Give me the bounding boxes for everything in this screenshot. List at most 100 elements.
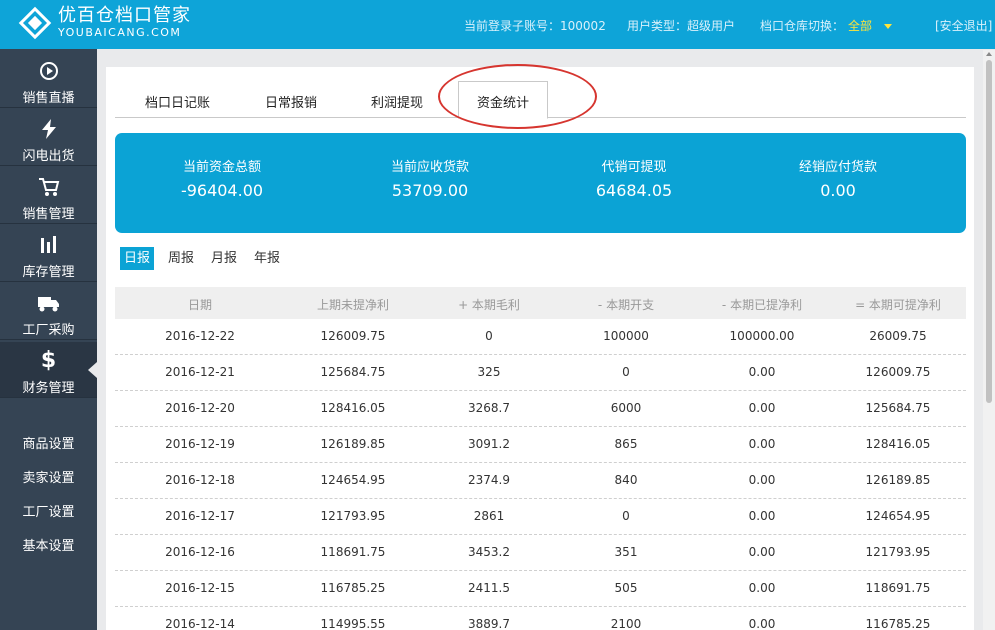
scroll-thumb[interactable] [986,60,992,403]
period-weekly[interactable]: 周报 [164,247,198,270]
table-row: 2016-12-16 118691.75 3453.2 351 0.00 121793.9… [115,535,966,571]
top-header: 优百仓档口管家 YOUBAICANG.COM 当前登录子账号：100002 用户… [0,0,995,49]
table-header: 日期 上期未提净利 + 本期毛利 - 本期开支 - 本期已提净利 = 本期可提净… [115,287,966,319]
sidebar-item-label: 闪电出货 [22,149,75,164]
table-cell: 128416.05 [865,437,931,451]
period-daily[interactable]: 日报 [120,247,155,270]
table-row: 2016-12-19 126189.85 3091.2 865 0.00 128416.0… [115,427,966,463]
table-row: 2016-12-22 126009.75 0 100000 100000.00 26009… [115,319,966,355]
truck-icon [0,292,97,314]
caret-down-icon[interactable] [884,24,893,29]
sidebar-item-label: 库存管理 [22,265,75,280]
summary-total-funds: 当前资金总额 -96404.00 [142,156,302,200]
summary-value: 64684.05 [595,181,673,200]
table-cell: 0.00 [748,581,776,595]
table-cell: 126009.75 [865,365,931,379]
col-prev-profit: 上期未提净利 [316,298,389,312]
table-cell: 126189.85 [865,473,931,487]
warehouse-select[interactable]: 全部 [848,19,872,33]
table-cell: 2016-12-19 [165,437,235,451]
table-cell: 125684.75 [865,401,931,415]
sidebar-item-label: 销售管理 [22,207,75,222]
table-cell: 124654.95 [865,509,931,523]
sidebar-item-label: 销售直播 [22,91,75,106]
table-cell: 3889.7 [468,617,510,630]
page-scrollbar[interactable] [983,50,995,630]
summary-title: 经销应付货款 [798,160,877,175]
logout-link[interactable]: [安全退出] [935,17,992,34]
tab-daily-expense[interactable]: 日常报销 [265,92,317,111]
table-cell: 505 [614,581,638,595]
account-value: 100002 [560,19,606,33]
summary-title: 当前资金总额 [182,160,261,175]
table-cell: 125684.75 [320,365,386,379]
lightning-icon [0,118,97,140]
summary-value: 53709.00 [391,181,469,200]
sidebar-sub-product-settings[interactable]: 商品设置 [0,433,97,452]
user-type-info: 用户类型：超级用户 [627,17,735,34]
table-cell: 3268.7 [468,401,510,415]
play-circle-icon [0,60,97,82]
summary-title: 代销可提现 [601,160,667,175]
table-cell: 2861 [473,509,505,523]
sidebar-item-factory-purchase[interactable]: 工厂采购 [0,284,97,340]
table-cell: 0 [485,329,493,343]
col-expense: - 本期开支 [597,298,655,312]
sidebar-item-finance[interactable]: $ 财务管理 [0,342,97,398]
sidebar-item-quick-ship[interactable]: 闪电出货 [0,110,97,166]
col-withdrawn: - 本期已提净利 [721,298,803,312]
table-cell: 0 [622,365,630,379]
account-info: 当前登录子账号：100002 [464,17,606,34]
table-row: 2016-12-20 128416.05 3268.7 6000 0.00 125684.… [115,391,966,427]
table-row: 2016-12-21 125684.75 325 0 0.00 126009.75 [115,355,966,391]
table-cell: 124654.95 [320,473,386,487]
sidebar-sub-factory-settings[interactable]: 工厂设置 [0,501,97,520]
table-cell: 2016-12-21 [165,365,235,379]
sidebar-item-sales-live[interactable]: 销售直播 [0,52,97,108]
summary-consignment-withdrawable: 代销可提现 64684.05 [554,156,714,200]
summary-value: -96404.00 [180,181,264,200]
logo-diamond-icon [18,6,52,40]
sidebar-item-sales-manage[interactable]: 销售管理 [0,168,97,224]
table-cell: 126189.85 [320,437,386,451]
scroll-up-icon[interactable] [986,52,992,56]
sidebar-sub-basic-settings[interactable]: 基本设置 [0,535,97,554]
table-row: 2016-12-18 124654.95 2374.9 840 0.00 126189.8… [115,463,966,499]
table-cell: 121793.95 [865,545,931,559]
table-cell: 118691.75 [865,581,931,595]
table-cell: 2016-12-14 [165,617,235,630]
col-available: = 本期可提净利 [855,298,941,312]
table-cell: 116785.25 [865,617,931,630]
table-cell: 2100 [610,617,642,630]
sidebar-sub-seller-settings[interactable]: 卖家设置 [0,467,97,486]
logo-title: 优百仓档口管家 [58,5,191,26]
period-yearly[interactable]: 年报 [250,247,284,270]
table-cell: 0 [622,509,630,523]
user-type-value: 超级用户 [687,19,736,33]
table-cell: 2016-12-22 [165,329,235,343]
col-gross-profit: + 本期毛利 [458,298,520,312]
table-cell: 116785.25 [320,581,386,595]
table-cell: 2016-12-17 [165,509,235,523]
warehouse-switch: 档口仓库切换： 全部 [760,17,893,34]
logo[interactable]: 优百仓档口管家 YOUBAICANG.COM [18,6,191,40]
table-cell: 118691.75 [320,545,386,559]
table-cell: 0.00 [748,437,776,451]
table-cell: 26009.75 [869,329,927,343]
tab-stall-journal[interactable]: 档口日记账 [145,92,210,111]
table-cell: 2016-12-16 [165,545,235,559]
table-cell: 0.00 [748,617,776,630]
user-type-label: 用户类型： [627,19,688,33]
highlight-circle [438,64,597,129]
period-monthly[interactable]: 月报 [207,247,241,270]
sidebar-item-label: 财务管理 [22,381,75,396]
dollar-icon: $ [40,348,57,373]
table-cell: 100000.00 [729,329,795,343]
account-label: 当前登录子账号： [464,19,561,33]
sidebar-item-inventory[interactable]: 库存管理 [0,226,97,282]
table-cell: 0.00 [748,473,776,487]
tab-profit-withdraw[interactable]: 利润提现 [371,92,423,111]
table-cell: 0.00 [748,365,776,379]
table-cell: 100000 [603,329,649,343]
summary-payable: 经销应付货款 0.00 [758,156,918,200]
